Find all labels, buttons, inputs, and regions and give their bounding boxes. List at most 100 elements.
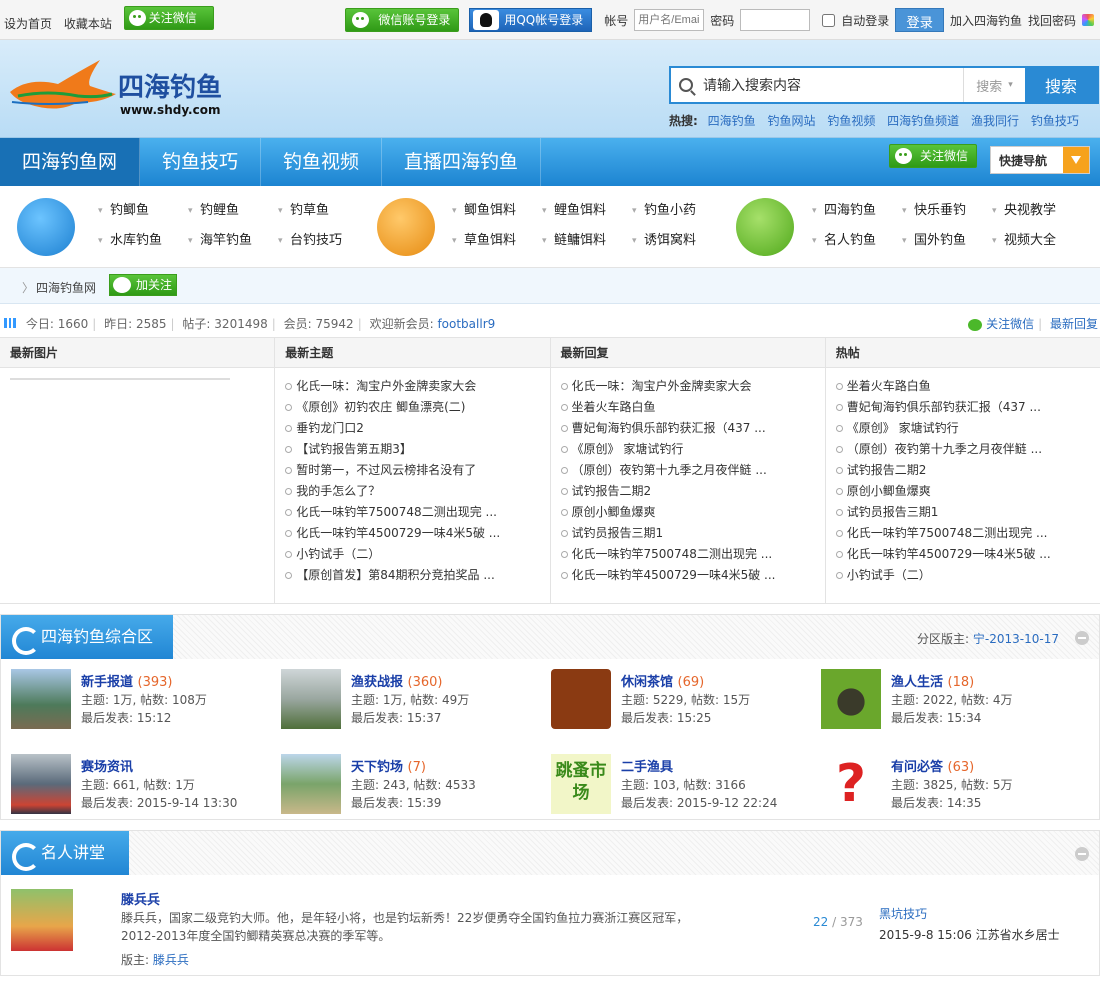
qq-login-button[interactable]: 用QQ帐号登录	[469, 8, 593, 32]
list-item[interactable]: 【原创首发】第84期积分竞拍奖品 ...	[285, 565, 549, 586]
forum-name[interactable]: 二手渔具	[621, 760, 673, 775]
quick-link[interactable]: 海竿钓鱼	[182, 226, 272, 256]
nav-follow-wechat-button[interactable]: 关注微信	[889, 144, 978, 168]
account-input[interactable]	[634, 9, 705, 31]
forum-item[interactable]: 天下钓场 (7) 主题: 243, 帖数: 4533 最后发表: 15:39	[281, 754, 551, 814]
moderator-link[interactable]: 宁-2013-10-17	[973, 632, 1059, 646]
latest-reply-link[interactable]: 最新回复	[1050, 317, 1098, 331]
quick-link[interactable]: 钓草鱼	[272, 196, 362, 226]
list-item[interactable]: 小钓试手（二）	[836, 565, 1100, 586]
list-item[interactable]: 化氏一味钓竿4500729一味4米5破 ...	[285, 523, 549, 544]
section-title[interactable]: 名人讲堂	[1, 831, 129, 875]
wechat-login-button[interactable]: 微信账号登录	[345, 8, 460, 32]
follow-wechat-link[interactable]: 关注微信	[986, 317, 1034, 331]
hot-link[interactable]: 钓鱼视频	[827, 114, 875, 128]
forum-name[interactable]: 有问必答	[891, 760, 943, 775]
list-item[interactable]: 《原创》初钓农庄 鲫鱼漂亮(二)	[285, 397, 549, 418]
forum-item[interactable]: ? 有问必答 (63) 主题: 3825, 帖数: 5万 最后发表: 14:35	[821, 754, 1091, 814]
quick-link[interactable]: 钓鲤鱼	[182, 196, 272, 226]
find-password-link[interactable]: 找回密码	[1028, 12, 1076, 29]
hot-link[interactable]: 渔我同行	[971, 114, 1019, 128]
quick-link[interactable]: 国外钓鱼	[896, 226, 986, 256]
new-member-link[interactable]: footballr9	[437, 317, 495, 331]
list-item[interactable]: 曹妃甸海钓俱乐部钓获汇报（437 ...	[561, 418, 825, 439]
lecture-name[interactable]: 滕兵兵	[121, 889, 160, 908]
follow-button[interactable]: 加关注	[109, 274, 178, 296]
quick-link[interactable]: 名人钓鱼	[806, 226, 896, 256]
collapse-icon[interactable]	[1075, 847, 1089, 861]
forum-name[interactable]: 天下钓场	[351, 760, 403, 775]
moderator-link[interactable]: 滕兵兵	[153, 953, 189, 967]
forum-name[interactable]: 赛场资讯	[81, 760, 133, 775]
hot-link[interactable]: 四海钓鱼频道	[887, 114, 959, 128]
forum-item[interactable]: 赛场资讯 主题: 661, 帖数: 1万 最后发表: 2015-9-14 13:…	[11, 754, 281, 814]
list-item[interactable]: 暂时第一，不过风云榜排名没有了	[285, 460, 549, 481]
quick-link[interactable]: 钓鱼小药	[626, 196, 716, 226]
forum-item[interactable]: 新手报道 (393) 主题: 1万, 帖数: 108万 最后发表: 15:12	[11, 669, 281, 729]
list-item[interactable]: 曹妃甸海钓俱乐部钓获汇报（437 ...	[836, 397, 1100, 418]
bookmark-link[interactable]: 收藏本站	[64, 17, 112, 31]
forum-name[interactable]: 渔获战报	[351, 675, 403, 690]
quick-link[interactable]: 快乐垂钓	[896, 196, 986, 226]
list-item[interactable]: 化氏一味：淘宝户外金牌卖家大会	[285, 376, 549, 397]
list-item[interactable]: 《原创》 家塘试钓行	[836, 418, 1100, 439]
list-item[interactable]: 试钓员报告三期1	[836, 502, 1100, 523]
list-item[interactable]: 我的手怎么了？	[285, 481, 549, 502]
list-item[interactable]: 坐着火车路白鱼	[561, 397, 825, 418]
forum-item[interactable]: 跳蚤市场 二手渔具 主题: 103, 帖数: 3166 最后发表: 2015-9…	[551, 754, 821, 814]
list-item[interactable]: 《原创》 家塘试钓行	[561, 439, 825, 460]
list-item[interactable]: 试钓报告二期2	[561, 481, 825, 502]
forum-name[interactable]: 新手报道	[81, 675, 133, 690]
list-item[interactable]: 化氏一味钓竿7500748二测出现完 ...	[285, 502, 549, 523]
list-item[interactable]: 化氏一味钓竿7500748二测出现完 ...	[836, 523, 1100, 544]
search-button[interactable]: 搜索	[1025, 68, 1097, 102]
nav-item-videos[interactable]: 钓鱼视频	[261, 138, 383, 186]
collapse-icon[interactable]	[1075, 631, 1089, 645]
list-item[interactable]: （原创）夜钓第十九季之月夜伴鲢 ...	[561, 460, 825, 481]
hot-link[interactable]: 钓鱼技巧	[1031, 114, 1079, 128]
quick-link[interactable]: 鲢鳙饵料	[536, 226, 626, 256]
quick-link[interactable]: 四海钓鱼	[806, 196, 896, 226]
quick-link[interactable]: 草鱼饵料	[446, 226, 536, 256]
site-logo[interactable]: 四海钓鱼 www.shdy.com	[8, 52, 238, 122]
list-item[interactable]: 坐着火车路白鱼	[836, 376, 1100, 397]
follow-wechat-button[interactable]: 关注微信	[123, 6, 214, 30]
quick-link[interactable]: 水库钓鱼	[92, 226, 182, 256]
section-title[interactable]: 四海钓鱼综合区	[1, 615, 173, 659]
hot-link[interactable]: 钓鱼网站	[767, 114, 815, 128]
quick-link[interactable]: 央视教学	[986, 196, 1076, 226]
last-post-link[interactable]: 黑坑技巧	[879, 907, 927, 921]
search-type-select[interactable]: 搜索 ▾	[963, 68, 1025, 102]
list-item[interactable]: 化氏一味钓竿4500729一味4米5破 ...	[561, 565, 825, 586]
hot-link[interactable]: 四海钓鱼	[708, 114, 756, 128]
list-item[interactable]: 化氏一味钓竿4500729一味4米5破 ...	[836, 544, 1100, 565]
list-item[interactable]: 原创小鲫鱼爆爽	[561, 502, 825, 523]
quick-link[interactable]: 鲫鱼饵料	[446, 196, 536, 226]
login-button[interactable]: 登录	[895, 8, 944, 32]
forum-name[interactable]: 休闲茶馆	[621, 675, 673, 690]
forum-item[interactable]: 休闲茶馆 (69) 主题: 5229, 帖数: 15万 最后发表: 15:25	[551, 669, 821, 729]
quick-link[interactable]: 台钓技巧	[272, 226, 362, 256]
list-item[interactable]: 化氏一味：淘宝户外金牌卖家大会	[561, 376, 825, 397]
quick-nav-button[interactable]: 快捷导航	[990, 146, 1090, 174]
list-item[interactable]: （原创）夜钓第十九季之月夜伴鲢 ...	[836, 439, 1100, 460]
password-input[interactable]	[740, 9, 811, 31]
quick-link[interactable]: 诱饵窝料	[626, 226, 716, 256]
quick-link[interactable]: 钓鲫鱼	[92, 196, 182, 226]
join-link[interactable]: 加入四海钓鱼	[950, 12, 1022, 29]
list-item[interactable]: 试钓报告二期2	[836, 460, 1100, 481]
quick-link[interactable]: 视频大全	[986, 226, 1076, 256]
forum-item[interactable]: 渔获战报 (360) 主题: 1万, 帖数: 49万 最后发表: 15:37	[281, 669, 551, 729]
nav-item-home[interactable]: 四海钓鱼网	[0, 138, 141, 186]
nav-item-live[interactable]: 直播四海钓鱼	[382, 138, 542, 186]
set-home-link[interactable]: 设为首页	[4, 17, 52, 31]
auto-login-checkbox[interactable]	[822, 13, 836, 27]
list-item[interactable]: 小钓试手（二）	[285, 544, 549, 565]
search-input[interactable]: 请输入搜索内容	[671, 68, 963, 102]
nav-item-tips[interactable]: 钓鱼技巧	[140, 138, 262, 186]
breadcrumb-home[interactable]: 四海钓鱼网	[22, 279, 96, 296]
list-item[interactable]: 【试钓报告第五期3】	[285, 439, 549, 460]
forum-item[interactable]: 渔人生活 (18) 主题: 2022, 帖数: 4万 最后发表: 15:34	[821, 669, 1091, 729]
quick-link[interactable]: 鲤鱼饵料	[536, 196, 626, 226]
list-item[interactable]: 原创小鲫鱼爆爽	[836, 481, 1100, 502]
